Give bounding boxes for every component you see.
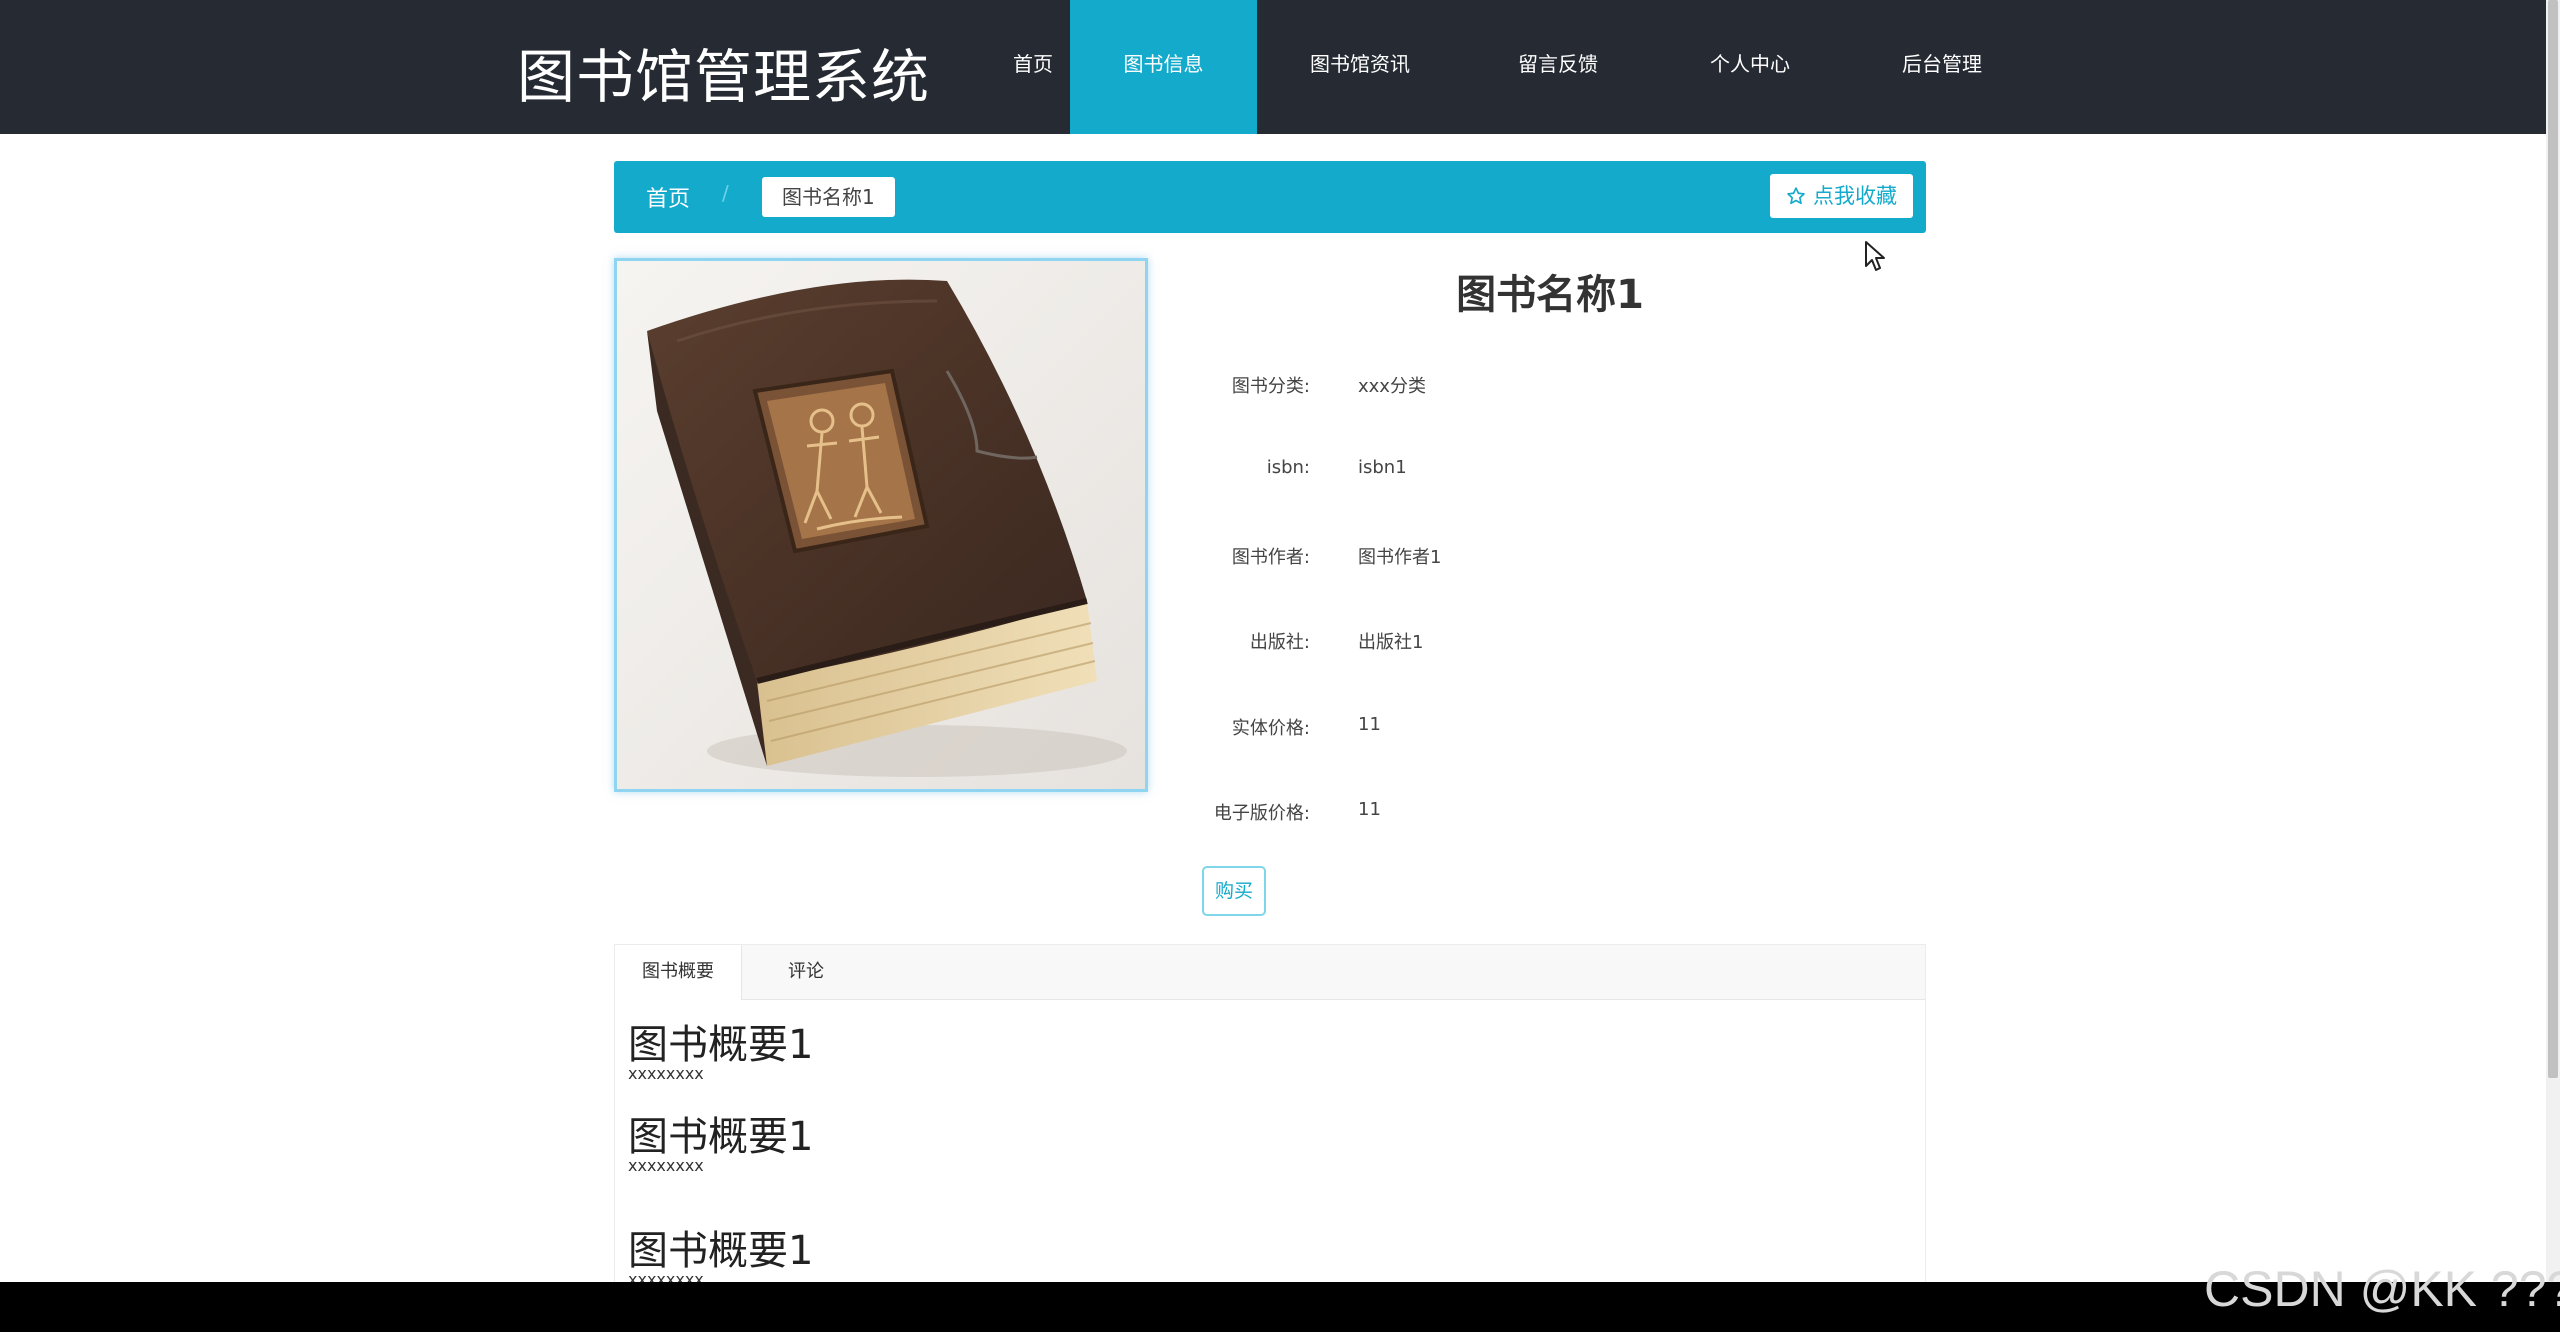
field-value-author: 图书作者1 <box>1358 547 1442 568</box>
buy-button[interactable]: 购买 <box>1202 866 1266 916</box>
breadcrumb: 首页 / 图书名称1 点我收藏 <box>614 161 1926 233</box>
field-value-ebook-price: 11 <box>1358 799 1381 820</box>
field-label-ebook-price: 电子版价格: <box>1213 803 1310 824</box>
breadcrumb-home-link[interactable]: 首页 <box>646 181 690 213</box>
field-label-isbn: isbn: <box>1266 457 1310 478</box>
field-label-category: 图书分类: <box>1231 376 1310 397</box>
favorite-button-label: 点我收藏 <box>1813 184 1897 208</box>
field-value-publisher: 出版社1 <box>1358 632 1424 653</box>
book-cover-image <box>614 258 1148 792</box>
top-nav-bar: 图书馆管理系统 首页 图书信息 图书馆资讯 留言反馈 个人中心 后台管理 <box>0 0 2546 134</box>
tab-comments[interactable]: 评论 <box>741 945 871 999</box>
book-title: 图书名称1 <box>1456 272 1644 318</box>
field-value-print-price: 11 <box>1358 714 1381 735</box>
field-label-author: 图书作者: <box>1231 547 1310 568</box>
tab-summary[interactable]: 图书概要 <box>615 945 742 1000</box>
summary-text: xxxxxxxx <box>628 1064 704 1083</box>
tab-bar: 图书概要 评论 <box>615 945 1925 1000</box>
nav-item-book-info[interactable]: 图书信息 <box>1070 0 1257 134</box>
nav-item-admin[interactable]: 后台管理 <box>1872 0 2012 134</box>
site-title: 图书馆管理系统 <box>517 43 931 111</box>
field-value-isbn: isbn1 <box>1358 457 1407 478</box>
nav-item-library-news[interactable]: 图书馆资讯 <box>1290 0 1430 134</box>
summary-heading: 图书概要1 <box>628 1022 814 1068</box>
bottom-black-bar <box>0 1282 2560 1332</box>
field-label-print-price: 实体价格: <box>1231 718 1310 739</box>
favorite-button[interactable]: 点我收藏 <box>1770 174 1913 218</box>
field-label-publisher: 出版社: <box>1249 632 1310 653</box>
summary-heading: 图书概要1 <box>628 1228 814 1274</box>
watermark: CSDN @KK ??? <box>2204 1261 2560 1317</box>
page-scrollbar-thumb[interactable] <box>2548 0 2558 1078</box>
nav-item-personal-center[interactable]: 个人中心 <box>1680 0 1820 134</box>
nav-item-feedback[interactable]: 留言反馈 <box>1488 0 1628 134</box>
summary-heading: 图书概要1 <box>628 1114 814 1160</box>
mouse-cursor-icon <box>1865 241 1885 271</box>
breadcrumb-current: 图书名称1 <box>762 177 895 217</box>
field-value-category: xxx分类 <box>1358 376 1426 397</box>
summary-text: xxxxxxxx <box>628 1156 704 1175</box>
breadcrumb-separator: / <box>722 181 729 205</box>
star-outline-icon <box>1787 187 1806 205</box>
